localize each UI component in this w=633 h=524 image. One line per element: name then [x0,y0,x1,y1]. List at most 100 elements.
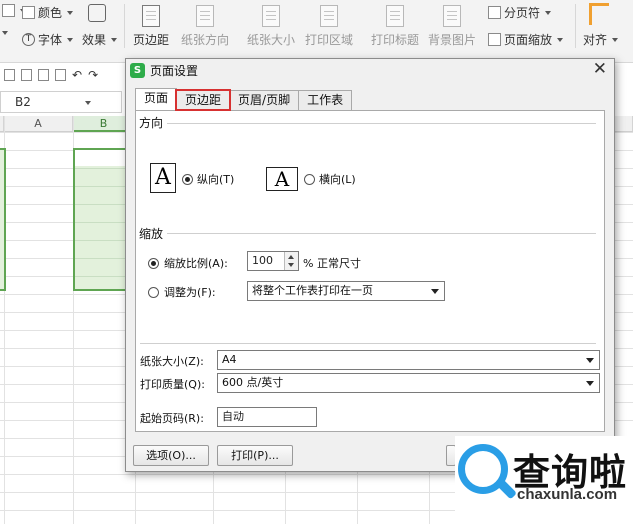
redo-icon[interactable]: ↷ [88,68,99,82]
print-area-button[interactable]: 打印区域 [305,2,353,48]
landscape-page-icon: A [266,167,298,191]
dialog-tabs: 页面 页边距 页眉/页脚 工作表 [135,88,353,111]
dialog-titlebar[interactable]: S 页面设置 ✕ [126,59,614,81]
align-icon [589,3,609,25]
chevron-down-icon [2,31,8,35]
new-file-icon[interactable] [4,69,15,81]
site-watermark-logo: 查询啦 chaxunla.com [455,436,633,524]
scale-radio[interactable] [148,258,159,269]
orientation-label: 纸张方向 [181,33,230,47]
fit-to-label[interactable]: 调整为(F): [164,284,216,300]
print-area-icon [320,5,338,27]
margins-button[interactable]: 页边距 [133,2,169,48]
ribbon-small-dropdown[interactable] [0,31,8,35]
tab-panel-page: 方向 A 纵向(T) A 横向(L) 缩放 缩放比例(A): 100 % 正常尺… [135,110,605,432]
margins-label: 页边距 [133,33,170,47]
paper-size-button[interactable]: 纸张大小 [247,2,295,48]
quick-access-toolbar: ↶ ↷ [0,64,99,86]
paper-size-value: A4 [222,353,237,366]
effects-button[interactable]: 效果 [82,31,118,48]
paper-size-icon [262,5,280,27]
page-zoom-button[interactable]: 页面缩放 [488,31,564,48]
shape-icon [88,4,106,22]
align-button[interactable]: 对齐 [583,31,619,48]
orientation-button[interactable]: 纸张方向 [181,2,229,48]
section-divider [140,123,596,124]
page-break-label: 分页符 [504,6,541,20]
print-quality-label: 打印质量(Q): [140,378,205,391]
row-selection-marker [0,148,6,291]
tab-margins[interactable]: 页边距 [175,89,232,111]
landscape-label[interactable]: 横向(L) [319,171,356,187]
section-divider [140,343,596,344]
chevron-down-icon [431,289,439,294]
print-titles-button[interactable]: 打印标题 [371,2,419,48]
landscape-radio[interactable] [304,174,315,185]
fonts-button[interactable]: T 字体 [22,31,74,48]
section-divider [140,233,596,234]
colors-label: 颜色 [38,6,63,20]
print-preview-icon[interactable] [55,69,66,81]
fit-to-value: 将整个工作表打印在一页 [252,284,373,297]
selected-range[interactable] [73,148,133,291]
fit-to-select[interactable]: 将整个工作表打印在一页 [247,281,445,301]
fit-to-radio[interactable] [148,287,159,298]
chevron-down-icon [545,10,552,15]
scale-percent-stepper[interactable]: 100 [247,251,299,271]
print-button[interactable]: 打印(P)... [217,445,293,466]
options-button[interactable]: 选项(O)... [133,445,209,466]
page-break-button[interactable]: 分页符 [488,4,552,21]
grid-icon [2,4,15,17]
page-zoom-icon [488,33,501,46]
background-image-button[interactable]: 背景图片 [428,2,476,48]
scale-percent-value: 100 [252,254,273,267]
portrait-page-icon: A [150,163,176,193]
column-header-a[interactable]: A [4,116,73,132]
ribbon-separator [124,4,125,48]
ribbon-shape-button[interactable] [88,4,106,22]
open-icon[interactable] [21,69,32,81]
ribbon-toolbar: 颜色 T 字体 效果 页边距 纸张方向 纸张大小 打印区域 打印标题 背景图片 [0,0,633,63]
chevron-down-icon [111,37,118,42]
wps-app-icon: S [130,63,145,78]
align-label: 对齐 [583,33,608,47]
tab-sheet[interactable]: 工作表 [298,90,353,110]
save-icon[interactable] [38,69,49,81]
undo-icon[interactable]: ↶ [72,68,83,82]
font-icon: T [22,33,35,46]
chevron-down-icon [67,37,74,42]
background-image-label: 背景图片 [428,33,477,47]
colors-button[interactable]: 颜色 [22,4,74,21]
ribbon-separator [575,4,576,48]
scale-label[interactable]: 缩放比例(A): [164,255,228,271]
name-box[interactable]: B2 [0,91,122,113]
chevron-down-icon [85,101,91,105]
close-icon[interactable]: ✕ [593,60,607,78]
tab-page[interactable]: 页面 [135,88,178,110]
effects-label: 效果 [82,33,107,47]
fonts-label: 字体 [38,33,63,47]
first-page-number-value: 自动 [222,410,244,423]
chevron-down-icon [586,358,594,363]
tab-header-footer[interactable]: 页眉/页脚 [229,90,300,110]
scale-unit-label: % 正常尺寸 [303,257,361,270]
page-zoom-label: 页面缩放 [504,33,553,47]
portrait-radio[interactable] [182,174,193,185]
chevron-down-icon [586,381,594,386]
page-setup-dialog: S 页面设置 ✕ 页面 页边距 页眉/页脚 工作表 方向 A 纵向(T) A 横… [125,58,615,472]
paper-size-select[interactable]: A4 [217,350,600,370]
scaling-section-label: 缩放 [139,225,168,242]
orientation-icon [196,5,214,27]
print-quality-select[interactable]: 600 点/英寸 [217,373,600,393]
active-cell[interactable] [75,150,131,166]
name-box-value: B2 [15,95,31,109]
print-titles-label: 打印标题 [371,33,420,47]
chevron-down-icon [612,37,619,42]
print-area-label: 打印区域 [305,33,354,47]
paper-size-label: 纸张大小 [247,33,296,47]
stepper-arrows-icon[interactable] [284,252,298,270]
portrait-label[interactable]: 纵向(T) [197,171,234,187]
first-page-number-input[interactable]: 自动 [217,407,317,427]
background-image-icon [443,5,461,27]
color-palette-icon [22,6,35,19]
